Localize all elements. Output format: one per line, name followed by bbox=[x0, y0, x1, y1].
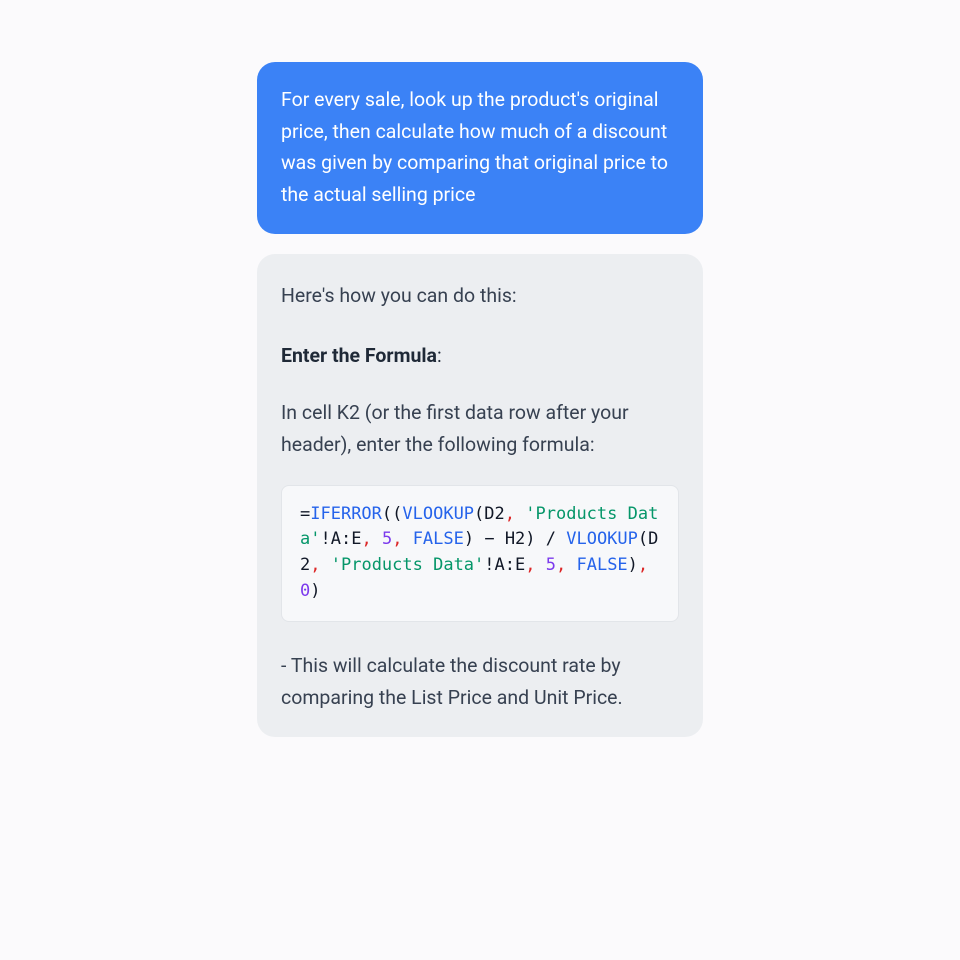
user-message-bubble: For every sale, look up the product's or… bbox=[257, 62, 703, 234]
code-token: VLOOKUP bbox=[402, 504, 474, 524]
code-token: FALSE bbox=[576, 555, 627, 575]
code-token: ) bbox=[310, 581, 320, 601]
code-token: , bbox=[525, 555, 535, 575]
code-token bbox=[566, 555, 576, 575]
code-token: , bbox=[310, 555, 320, 575]
chat-column: For every sale, look up the product's or… bbox=[257, 62, 703, 737]
code-token: , bbox=[638, 555, 648, 575]
code-token: ) bbox=[628, 555, 638, 575]
code-token: , bbox=[361, 529, 371, 549]
code-token bbox=[515, 504, 525, 524]
code-token bbox=[321, 555, 331, 575]
code-token: 0 bbox=[300, 581, 310, 601]
code-token: !A:E bbox=[484, 555, 525, 575]
code-token: 'Products Data' bbox=[331, 555, 485, 575]
code-token: , bbox=[505, 504, 515, 524]
assistant-intro: Here's how you can do this: bbox=[281, 280, 679, 312]
assistant-paragraph: In cell K2 (or the first data row after … bbox=[281, 397, 679, 460]
assistant-heading-text: Enter the Formula bbox=[281, 344, 437, 367]
user-message-text: For every sale, look up the product's or… bbox=[281, 88, 668, 206]
code-token: FALSE bbox=[413, 529, 464, 549]
code-token: (( bbox=[382, 504, 402, 524]
code-token: 5 bbox=[382, 529, 392, 549]
code-token: VLOOKUP bbox=[566, 529, 638, 549]
code-token: , bbox=[392, 529, 402, 549]
assistant-heading-colon: : bbox=[437, 344, 442, 367]
code-token: !A:E bbox=[320, 529, 361, 549]
assistant-heading: Enter the Formula: bbox=[281, 340, 679, 372]
code-token bbox=[372, 529, 382, 549]
code-token: = bbox=[300, 504, 310, 524]
code-token: , bbox=[556, 555, 566, 575]
code-token bbox=[535, 555, 545, 575]
code-token bbox=[402, 529, 412, 549]
assistant-message-bubble: Here's how you can do this: Enter the Fo… bbox=[257, 254, 703, 737]
formula-code-block: =IFERROR((VLOOKUP(D2, 'Products Data'!A:… bbox=[281, 485, 679, 622]
code-token: ) − H2) / bbox=[464, 529, 566, 549]
code-token: IFERROR bbox=[310, 504, 382, 524]
assistant-bullet: - This will calculate the discount rate … bbox=[281, 650, 679, 713]
code-token: 5 bbox=[546, 555, 556, 575]
code-token: (D2 bbox=[474, 504, 505, 524]
